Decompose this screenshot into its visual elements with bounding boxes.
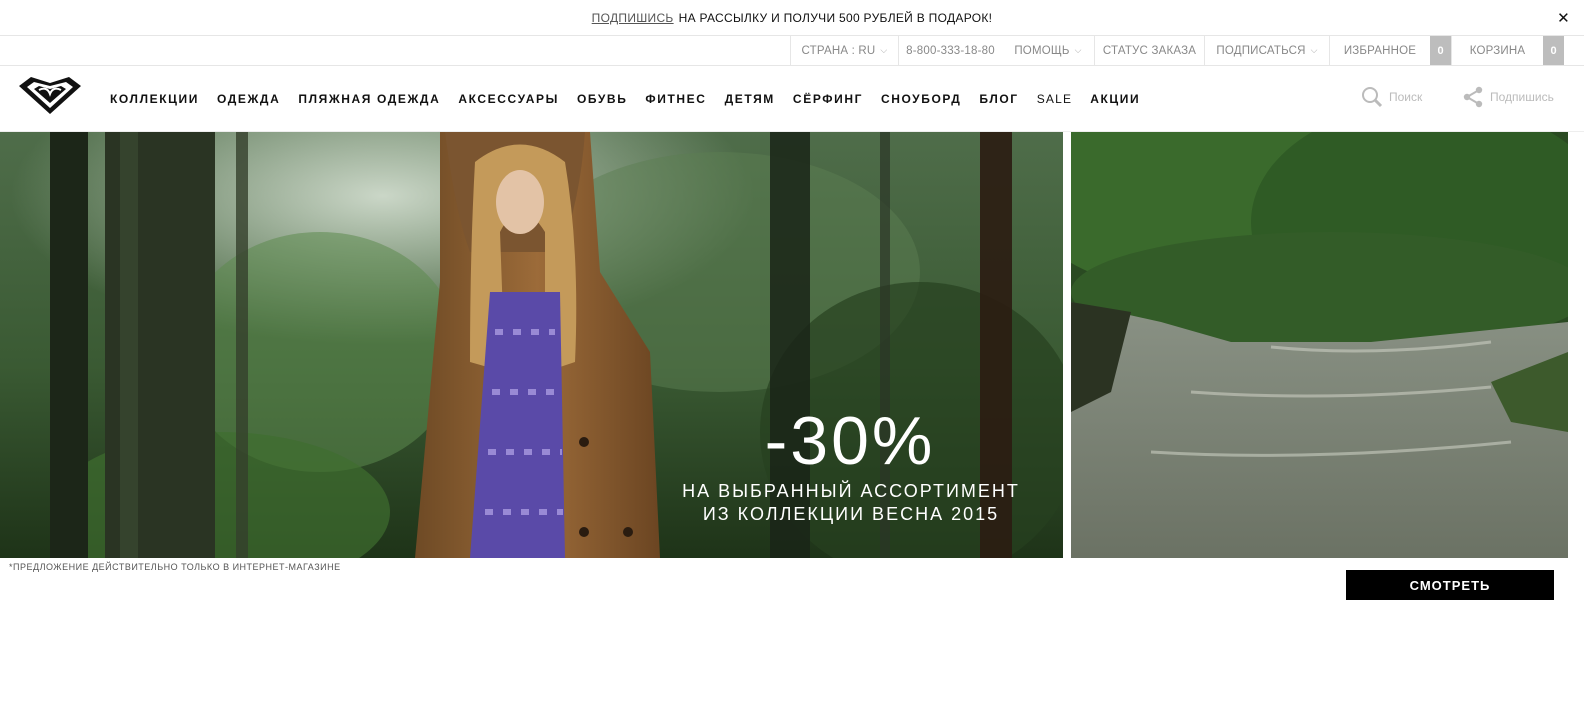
hero-discount-headline: -30% — [764, 403, 936, 479]
nav-item-beachwear[interactable]: ПЛЯЖНАЯ ОДЕЖДА — [298, 92, 440, 106]
share-icon — [1463, 86, 1483, 108]
view-button[interactable]: СМОТРЕТЬ — [1346, 570, 1554, 600]
cart-label: КОРЗИНА — [1469, 44, 1526, 57]
country-selector[interactable]: СТРАНА : RU ⌵ — [790, 36, 898, 65]
order-status-label: СТАТУС ЗАКАЗА — [1102, 44, 1197, 57]
nav-item-clothing[interactable]: ОДЕЖДА — [217, 92, 280, 106]
nav-item-accessories[interactable]: АКСЕССУАРЫ — [458, 92, 559, 106]
subscribe-menu[interactable]: ПОДПИСАТЬСЯ ⌵ — [1204, 36, 1329, 65]
hero-subtitle: НА ВЫБРАННЫЙ АССОРТИМЕНТ ИЗ КОЛЛЕКЦИИ ВЕ… — [660, 480, 1042, 526]
nav-item-shoes[interactable]: ОБУВЬ — [577, 92, 627, 106]
help-label: ПОМОЩЬ — [1014, 44, 1070, 57]
cart-link[interactable]: КОРЗИНА — [1451, 36, 1543, 65]
promo-banner: ПОДПИШИСЬ НА РАССЫЛКУ И ПОЛУЧИ 500 РУБЛЕ… — [0, 0, 1584, 36]
nav-item-fitness[interactable]: ФИТНЕС — [645, 92, 706, 106]
favorites-count-badge: 0 — [1430, 36, 1451, 65]
share-label: Подпишись — [1490, 90, 1554, 104]
chevron-down-icon: ⌵ — [1310, 45, 1318, 55]
favorites-link[interactable]: ИЗБРАННОЕ — [1329, 36, 1430, 65]
search-label: Поиск — [1389, 90, 1423, 104]
order-status-link[interactable]: СТАТУС ЗАКАЗА — [1094, 36, 1204, 65]
search-button[interactable]: Поиск — [1361, 86, 1422, 108]
promo-subscribe-link[interactable]: ПОДПИШИСЬ — [592, 11, 674, 25]
roxy-heart-logo[interactable] — [17, 76, 83, 116]
nav-item-snowboard[interactable]: СНОУБОРД — [881, 92, 961, 106]
country-label: СТРАНА : RU — [801, 44, 876, 57]
side-banner[interactable] — [1071, 132, 1568, 558]
hero-banner[interactable]: -30% НА ВЫБРАННЫЙ АССОРТИМЕНТ ИЗ КОЛЛЕКЦ… — [0, 132, 1063, 558]
subscribe-label: ПОДПИСАТЬСЯ — [1216, 44, 1306, 57]
promo-text: НА РАССЫЛКУ И ПОЛУЧИ 500 РУБЛЕЙ В ПОДАРО… — [678, 10, 993, 25]
phone-label: 8-800-333-18-80 — [906, 44, 995, 57]
phone-number[interactable]: 8-800-333-18-80 — [898, 36, 1002, 65]
chevron-down-icon: ⌵ — [880, 45, 888, 55]
nav-item-collections[interactable]: КОЛЛЕКЦИИ — [110, 92, 199, 106]
nav-item-surfing[interactable]: СЁРФИНГ — [793, 92, 863, 106]
nav-item-kids[interactable]: ДЕТЯМ — [725, 92, 775, 106]
main-header: КОЛЛЕКЦИИ ОДЕЖДА ПЛЯЖНАЯ ОДЕЖДА АКСЕССУА… — [0, 66, 1584, 132]
close-icon[interactable]: ✕ — [1557, 9, 1570, 27]
utility-bar: СТРАНА : RU ⌵ 8-800-333-18-80 ПОМОЩЬ ⌵ С… — [0, 36, 1584, 66]
cart-count-badge: 0 — [1543, 36, 1564, 65]
main-nav: КОЛЛЕКЦИИ ОДЕЖДА ПЛЯЖНАЯ ОДЕЖДА АКСЕССУА… — [110, 66, 1158, 132]
hero-subtitle-line-2: ИЗ КОЛЛЕКЦИИ ВЕСНА 2015 — [702, 504, 1000, 524]
search-icon — [1362, 87, 1383, 108]
favorites-label: ИЗБРАННОЕ — [1343, 44, 1417, 57]
help-menu[interactable]: ПОМОЩЬ ⌵ — [1002, 36, 1094, 65]
river-image — [1071, 132, 1568, 558]
nav-item-promotions[interactable]: АКЦИИ — [1090, 92, 1140, 106]
chevron-down-icon: ⌵ — [1074, 45, 1082, 55]
nav-item-blog[interactable]: БЛОГ — [979, 92, 1018, 106]
share-button[interactable]: Подпишись — [1462, 86, 1554, 108]
nav-item-sale[interactable]: SALE — [1037, 92, 1073, 106]
disclaimer-text: *ПРЕДЛОЖЕНИЕ ДЕЙСТВИТЕЛЬНО ТОЛЬКО В ИНТЕ… — [9, 562, 341, 572]
hero-subtitle-line-1: НА ВЫБРАННЫЙ АССОРТИМЕНТ — [682, 481, 1020, 501]
